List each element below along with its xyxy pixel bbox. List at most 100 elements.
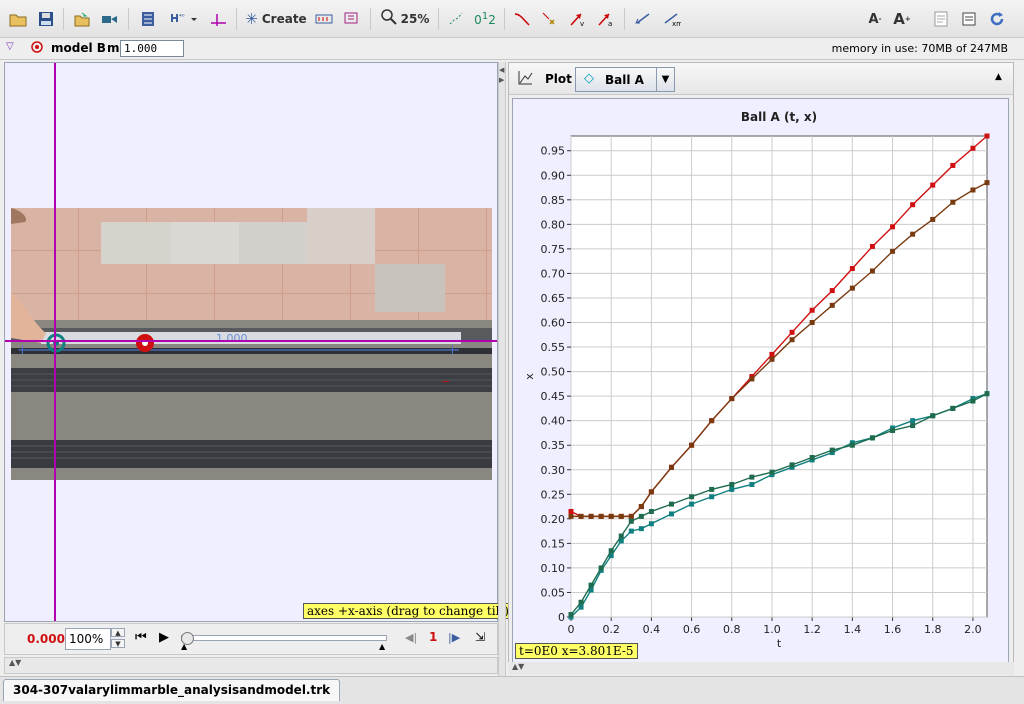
- save-disk-icon[interactable]: [34, 7, 58, 31]
- start-marker-icon[interactable]: ▲: [181, 642, 187, 651]
- plot-area[interactable]: 0 0.2 0.4 0.6 0.8 1.0 1.2 1.4 1.6 1.8 2.0 0 0.05 0.10…: [512, 98, 1009, 667]
- create-label: Create: [261, 12, 307, 26]
- loop-icon[interactable]: ⇲: [475, 630, 485, 644]
- svg-text:a: a: [608, 20, 612, 27]
- data-point: [769, 356, 775, 362]
- frame-slider[interactable]: ▲ ▲: [181, 632, 387, 652]
- open-folder-icon[interactable]: [6, 7, 30, 31]
- chart-title: Ball A (t, x): [741, 110, 817, 124]
- data-point: [970, 187, 976, 193]
- y-tick-label: 0.20: [541, 513, 566, 526]
- data-point: [628, 528, 634, 534]
- data-point: [668, 511, 674, 517]
- axes-icon[interactable]: [206, 7, 230, 31]
- info-icon[interactable]: [958, 7, 980, 31]
- file-tab[interactable]: 304-307valarylimmarble_analysisandmodel.…: [3, 679, 341, 701]
- create-button[interactable]: ✳ Create: [244, 7, 308, 31]
- rate-field[interactable]: 100%: [65, 628, 111, 650]
- calibration-stick-label[interactable]: 1.000: [216, 332, 248, 345]
- data-point: [729, 486, 735, 492]
- y-tick-label: 0.90: [541, 169, 566, 182]
- ball-b-marker[interactable]: [44, 331, 68, 358]
- data-point: [869, 243, 875, 249]
- split-divider[interactable]: ◀ ▶: [498, 62, 506, 676]
- font-increase-icon[interactable]: A-: [864, 7, 886, 31]
- step-back-icon[interactable]: ◀|: [405, 631, 417, 644]
- font-large-icon[interactable]: A +: [890, 7, 914, 31]
- y-tick-label: 0.95: [541, 145, 566, 158]
- divider-left-arrow-icon[interactable]: ◀: [499, 66, 504, 74]
- play-icon[interactable]: ▶: [159, 630, 169, 645]
- left-collapse-bar: ▲▼: [4, 657, 498, 674]
- data-point: [729, 396, 735, 402]
- step-forward-icon[interactable]: |▶: [448, 631, 460, 644]
- refresh-icon[interactable]: [986, 7, 1008, 31]
- ball-a-marker[interactable]: [133, 331, 157, 358]
- data-point: [789, 462, 795, 468]
- zoom-button[interactable]: 25%: [378, 7, 432, 31]
- data-point: [769, 351, 775, 357]
- track-name[interactable]: model B: [51, 41, 106, 55]
- data-point: [709, 486, 715, 492]
- chart-svg[interactable]: 0 0.2 0.4 0.6 0.8 1.0 1.2 1.4 1.6 1.8 2.0 0 0.05 0.10…: [513, 99, 1008, 666]
- footprint-icon[interactable]: [340, 7, 364, 31]
- video-import-icon[interactable]: [98, 7, 122, 31]
- data-point: [628, 518, 634, 524]
- y-tick-label: 0.75: [541, 243, 566, 256]
- y-axis-line[interactable]: [54, 63, 56, 621]
- trail-icon[interactable]: [510, 7, 534, 31]
- data-point: [890, 224, 896, 230]
- data-point: [869, 268, 875, 274]
- plot-view-icon[interactable]: [517, 70, 533, 89]
- maximize-arrow-icon[interactable]: ▲: [995, 72, 1002, 82]
- marker-icon[interactable]: [538, 7, 562, 31]
- track-selector-dropdown[interactable]: ◇ Ball A ▼: [575, 67, 675, 92]
- track-dropdown-icon[interactable]: ▽: [6, 41, 14, 52]
- track-diamond-icon: ◇: [584, 71, 594, 86]
- open-file-icon[interactable]: [70, 7, 94, 31]
- end-marker-icon[interactable]: ▲: [379, 642, 385, 651]
- axes-tooltip: axes +x-axis (drag to change tilt): [303, 603, 513, 619]
- slider-track: [181, 635, 387, 641]
- mass-vector-icon[interactable]: xm: [660, 7, 684, 31]
- right-collapse-arrows-icon[interactable]: ▲▼: [512, 662, 524, 671]
- data-point: [668, 501, 674, 507]
- clip-settings-icon[interactable]: [136, 7, 160, 31]
- trace-icon[interactable]: 012: [472, 7, 498, 31]
- divider-right-arrow-icon[interactable]: ▶: [499, 76, 504, 84]
- x-tick-label: 1.2: [803, 623, 821, 636]
- rate-down-icon[interactable]: ▼: [111, 639, 125, 648]
- position-vector-icon[interactable]: [632, 7, 656, 31]
- dropdown-arrow-icon[interactable]: ▼: [656, 68, 674, 91]
- video-panel[interactable]: + + − 1.000 axes +x-axis (drag to change…: [4, 62, 513, 622]
- x-tick-label: 1.6: [884, 623, 902, 636]
- collapse-arrows-icon[interactable]: ▲▼: [9, 658, 21, 667]
- data-point: [618, 533, 624, 539]
- x-axis-line[interactable]: [5, 340, 497, 342]
- ruler-icon[interactable]: [312, 7, 336, 31]
- data-point: [910, 202, 916, 208]
- y-tick-label: 0.80: [541, 218, 566, 231]
- path-icon[interactable]: [444, 7, 468, 31]
- frame-number[interactable]: 1: [429, 630, 437, 644]
- data-point: [849, 266, 855, 272]
- data-point: [689, 494, 695, 500]
- video-frame[interactable]: + + − 1.000: [11, 208, 492, 480]
- time-readout[interactable]: 0.000: [27, 632, 65, 646]
- plot-view-label[interactable]: Plot: [545, 72, 572, 86]
- notes-icon[interactable]: [930, 7, 952, 31]
- mass-field[interactable]: [120, 40, 184, 57]
- calibration-tools-icon[interactable]: ⁴⁰: [166, 7, 202, 31]
- data-point: [930, 182, 936, 188]
- data-point: [849, 442, 855, 448]
- rate-up-icon[interactable]: ▲: [111, 628, 125, 637]
- acceleration-icon[interactable]: a: [594, 7, 618, 31]
- data-point: [709, 494, 715, 500]
- track-bar: ▽ model B m memory in use: 70MB of 247MB: [0, 38, 1024, 60]
- data-point: [628, 513, 634, 519]
- main-toolbar: ⁴⁰ ✳ Create 25% 012 v a xm A - A +: [0, 0, 1024, 38]
- reset-icon[interactable]: ⏮: [135, 630, 147, 645]
- y-tick-label: 0.10: [541, 562, 566, 575]
- velocity-icon[interactable]: v: [566, 7, 590, 31]
- data-point: [829, 447, 835, 453]
